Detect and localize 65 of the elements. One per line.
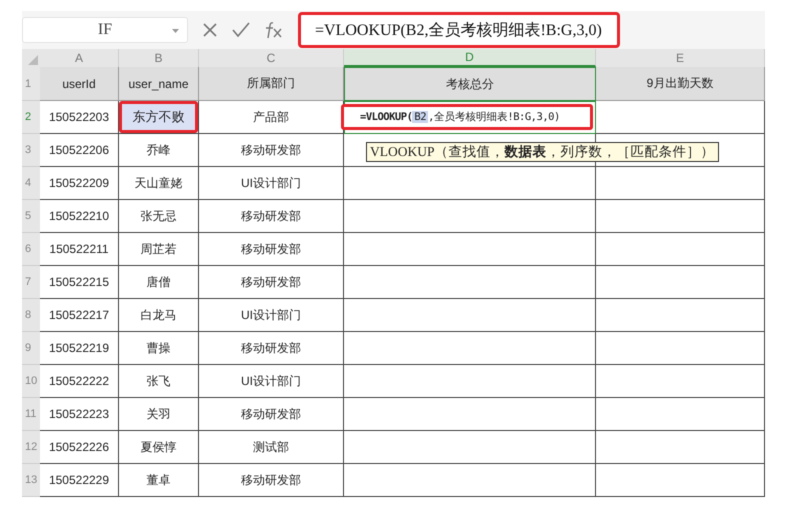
table-cell: 移动研发部	[199, 464, 344, 497]
row-header[interactable]: 13	[22, 464, 40, 497]
table-cell-text: 关羽	[146, 406, 172, 422]
header-cell: user_name	[119, 67, 199, 101]
row-header[interactable]: 5	[22, 200, 40, 233]
check-icon[interactable]	[232, 22, 250, 38]
table-cell: 150522210	[40, 200, 119, 233]
table-cell-text: 董卓	[146, 472, 172, 488]
table-cell-text: 白龙马	[140, 306, 178, 324]
table-cell: 移动研发部	[199, 398, 344, 431]
row-header[interactable]: 2	[22, 101, 40, 134]
name-box[interactable]: IF	[22, 17, 188, 43]
row-header[interactable]: 4	[22, 167, 40, 200]
table-cell: 测试部	[199, 431, 344, 464]
table-cell-text: 乔峰	[146, 142, 172, 158]
table-cell-text: 天山童姥	[134, 174, 184, 192]
row-header[interactable]: 8	[22, 299, 40, 332]
column-header[interactable]: B	[119, 49, 199, 67]
table-cell: 150522217	[40, 299, 119, 332]
cell-editor[interactable]: =VLOOKUP( B2 ,全员考核明细表!B:G,3,0)	[341, 104, 593, 130]
table-cell: 150522211	[40, 233, 119, 266]
column-header[interactable]: E	[596, 49, 765, 67]
column-header[interactable]: C	[199, 49, 344, 67]
row-header[interactable]: 3	[22, 134, 40, 167]
table-cell: 移动研发部	[199, 134, 344, 167]
tooltip: VLOOKUP（查找值，数据表，列序数，［匹配条件］）	[366, 142, 719, 162]
table-cell-text: 曹操	[146, 340, 172, 356]
table-cell: 150522215	[40, 266, 119, 299]
table-cell: 移动研发部	[199, 266, 344, 299]
table-cell: 移动研发部	[199, 332, 344, 365]
table-cell: UI设计部门	[199, 167, 344, 200]
row-header[interactable]: 12	[22, 431, 40, 464]
function-icon[interactable]	[264, 21, 284, 39]
table-cell: 150522226	[40, 431, 119, 464]
row-header[interactable]: 6	[22, 233, 40, 266]
table-cell: UI设计部门	[199, 299, 344, 332]
row-header[interactable]: 1	[22, 67, 40, 101]
table-cell: 150522206	[40, 134, 119, 167]
table-cell: 150522209	[40, 167, 119, 200]
row-header[interactable]: 10	[22, 365, 40, 398]
table-cell: 移动研发部	[199, 200, 344, 233]
table-cell-text: 夏侯惇	[140, 438, 178, 456]
column-header[interactable]: A	[40, 49, 119, 67]
caret-icon	[172, 29, 179, 33]
header-cell: 所属部门	[199, 67, 344, 101]
table-cell: 150522229	[40, 464, 119, 497]
table-cell: UI设计部门	[199, 365, 344, 398]
header-cell: 9月出勤天数	[596, 67, 765, 101]
table-cell: 东方不败	[119, 101, 198, 133]
cancel-icon[interactable]	[202, 22, 218, 38]
table-cell-text: 张无忌	[140, 208, 178, 224]
row-header[interactable]: 11	[22, 398, 40, 431]
table-cell: 150522219	[40, 332, 119, 365]
header-cell: userId	[40, 67, 119, 101]
table-cell-text: 张飞	[146, 372, 172, 390]
column-header[interactable]: D	[344, 49, 596, 67]
table-cell: 移动研发部	[199, 233, 344, 266]
row-header[interactable]: 7	[22, 266, 40, 299]
table-cell-text: 唐僧	[146, 274, 172, 290]
header-cell: 考核总分	[344, 67, 596, 101]
table-cell: 150522223	[40, 398, 119, 431]
formula-field[interactable]: =VLOOKUP(B2,全员考核明细表!B:G,3,0)	[298, 12, 620, 48]
table-cell: 150522222	[40, 365, 119, 398]
table-cell-text: 周芷若	[140, 240, 178, 258]
row-header[interactable]: 9	[22, 332, 40, 365]
